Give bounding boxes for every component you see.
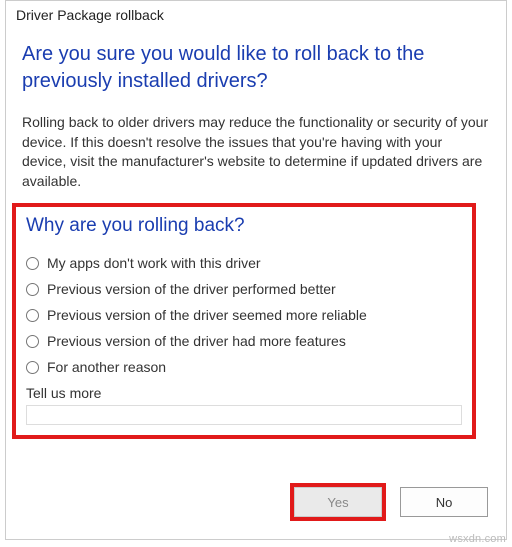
button-row: Yes No [290,483,488,521]
reason-option-more-reliable[interactable]: Previous version of the driver seemed mo… [26,307,462,323]
reason-radio[interactable] [26,309,39,322]
reason-heading: Why are you rolling back? [26,215,462,237]
reason-label: Previous version of the driver seemed mo… [47,307,367,323]
reason-radio[interactable] [26,257,39,270]
no-button[interactable]: No [400,487,488,517]
reason-option-apps[interactable]: My apps don't work with this driver [26,255,462,271]
yes-button[interactable]: Yes [294,487,382,517]
dialog-window: Driver Package rollback Are you sure you… [5,0,507,540]
yes-highlight: Yes [290,483,386,521]
confirm-headline: Are you sure you would like to roll back… [22,41,490,95]
reason-label: For another reason [47,359,166,375]
reason-radio[interactable] [26,335,39,348]
reason-option-performed-better[interactable]: Previous version of the driver performed… [26,281,462,297]
tell-more-label: Tell us more [26,385,462,401]
reason-radio[interactable] [26,361,39,374]
reason-label: Previous version of the driver had more … [47,333,346,349]
reason-label: My apps don't work with this driver [47,255,261,271]
dialog-content: Are you sure you would like to roll back… [6,27,506,455]
tell-more-input[interactable] [26,405,462,425]
watermark: wsxdn.com [449,533,506,545]
reason-option-another[interactable]: For another reason [26,359,462,375]
window-title: Driver Package rollback [6,1,506,27]
reason-radio[interactable] [26,283,39,296]
reason-option-more-features[interactable]: Previous version of the driver had more … [26,333,462,349]
warning-text: Rolling back to older drivers may reduce… [22,113,490,191]
reason-section: Why are you rolling back? My apps don't … [12,203,476,439]
reason-label: Previous version of the driver performed… [47,281,336,297]
